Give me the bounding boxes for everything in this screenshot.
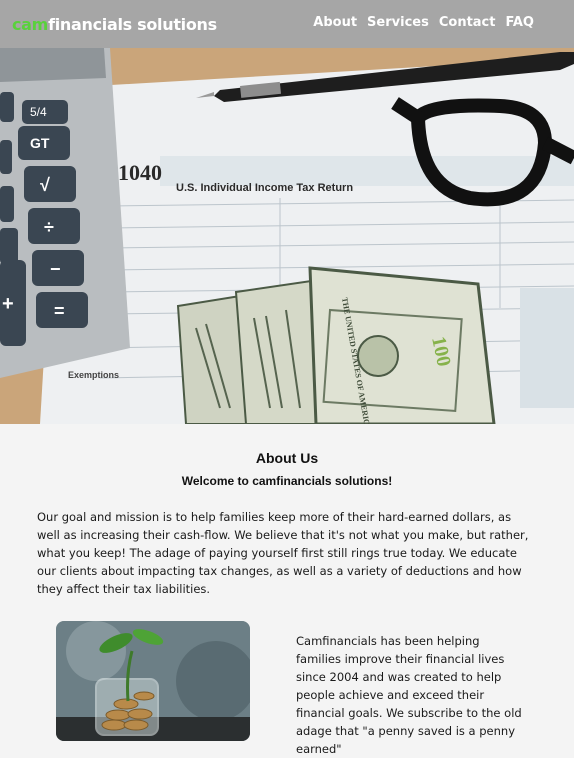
hero-photo-illustration: 1040 U.S. Individual Income Tax Return E… <box>0 48 574 424</box>
brand-name: financials solutions <box>48 14 217 34</box>
form-number: 1040 <box>118 160 162 185</box>
form-title: U.S. Individual Income Tax Return <box>176 182 353 194</box>
calc-key-divide: ÷ <box>44 217 54 237</box>
hero-image: 1040 U.S. Individual Income Tax Return E… <box>0 48 574 424</box>
calc-key-plus: + <box>2 293 14 315</box>
nav-link-about[interactable]: About <box>313 15 357 30</box>
calc-key-gt: GT <box>30 135 50 151</box>
nav-link-contact[interactable]: Contact <box>439 15 496 30</box>
nav-link-faq[interactable]: FAQ <box>505 15 534 30</box>
about-title: About Us <box>255 450 319 466</box>
calc-key-minus: − <box>50 259 61 279</box>
nav-links: About Services Contact FAQ <box>313 15 534 30</box>
top-navbar: camfinancials solutions About Services C… <box>0 0 574 48</box>
calculator: 5/4 GT √ ÷ − + = <box>0 48 130 378</box>
brand-logo[interactable]: camfinancials solutions <box>12 15 217 34</box>
coins-plant-photo <box>56 621 250 741</box>
about-section: About Us Welcome to camfinancials soluti… <box>0 424 574 756</box>
calc-key-54: 5/4 <box>30 105 47 119</box>
brand-accent: cam <box>12 14 49 34</box>
bill-seal <box>357 335 399 377</box>
calc-key-equals: = <box>54 301 65 321</box>
form-label-exemptions: Exemptions <box>68 370 119 380</box>
about-intro-text: Our goal and mission is to help families… <box>37 510 529 596</box>
about-subtitle: Welcome to camfinancials solutions! <box>181 474 393 488</box>
nav-link-services[interactable]: Services <box>367 15 429 30</box>
about-history-text: Camfinancials has been helping families … <box>296 634 522 756</box>
calc-key-sqrt: √ <box>40 175 50 195</box>
coins-plant-illustration <box>56 621 250 741</box>
form-side-column <box>520 288 574 408</box>
